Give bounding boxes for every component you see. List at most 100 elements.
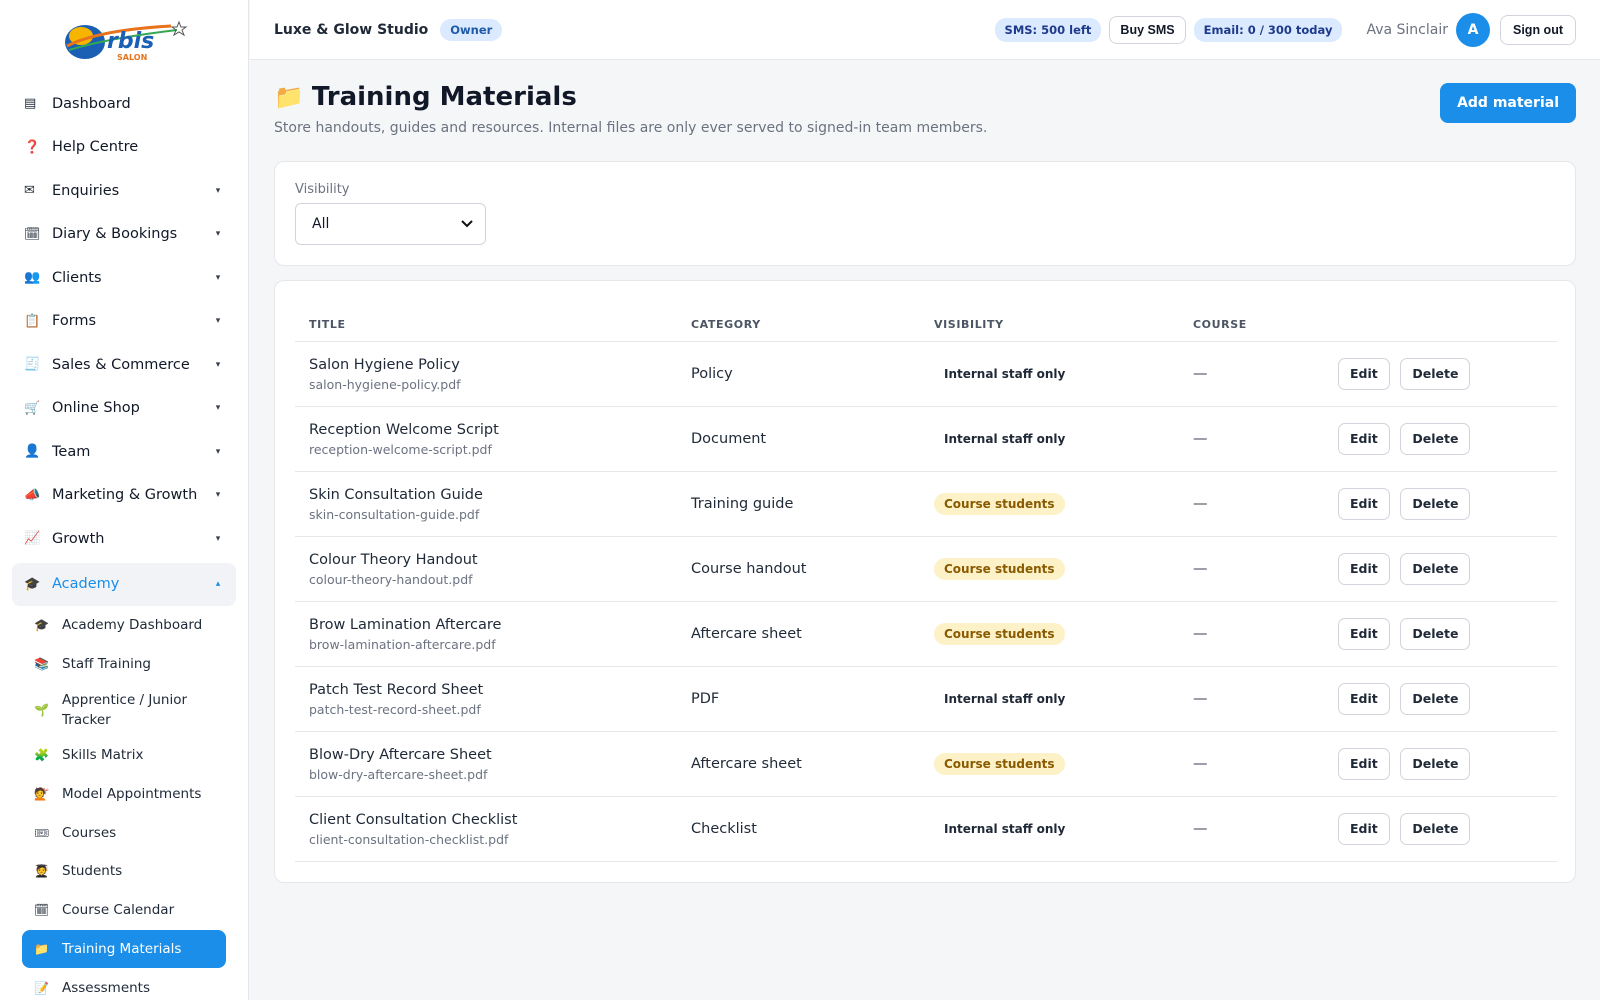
graduation-cap-icon: 🎓 bbox=[24, 576, 41, 592]
actions-cell: Edit Delete bbox=[1324, 471, 1557, 537]
sidebar-item-help-centre[interactable]: ❓ Help Centre bbox=[12, 126, 236, 170]
material-title[interactable]: Skin Consultation Guide bbox=[309, 485, 691, 505]
sidebar-item-team[interactable]: 👤 Team ▾ bbox=[12, 430, 236, 474]
edit-button[interactable]: Edit bbox=[1338, 747, 1390, 780]
sidebar-item-label: Dashboard bbox=[52, 95, 131, 112]
sidebar-item-label: Team bbox=[52, 443, 91, 460]
sidebar-item-label: Staff Training bbox=[62, 656, 151, 673]
calendar-icon: 🗓 bbox=[34, 903, 50, 918]
sidebar-item-diary-bookings[interactable]: 🗓 Diary & Bookings ▾ bbox=[12, 213, 236, 257]
visibility-badge-course: Course students bbox=[934, 492, 1065, 515]
materials-table: TITLE CATEGORY VISIBILITY COURSE Salon H… bbox=[295, 301, 1557, 862]
books-icon: 📚 bbox=[34, 657, 49, 672]
material-filename: colour-theory-handout.pdf bbox=[309, 572, 473, 587]
edit-button[interactable]: Edit bbox=[1338, 682, 1390, 715]
material-title[interactable]: Reception Welcome Script bbox=[309, 420, 691, 440]
sidebar-item-clients[interactable]: 👥 Clients ▾ bbox=[12, 256, 236, 300]
sidebar-item-assessments[interactable]: 📝 Assessments bbox=[22, 968, 226, 1000]
table-header-row: TITLE CATEGORY VISIBILITY COURSE bbox=[295, 301, 1557, 342]
sidebar-item-marketing-growth[interactable]: 📣 Marketing & Growth ▾ bbox=[12, 474, 236, 518]
sidebar-item-online-shop[interactable]: 🛒 Online Shop ▾ bbox=[12, 387, 236, 431]
course-value: — bbox=[1193, 560, 1208, 577]
material-title[interactable]: Patch Test Record Sheet bbox=[309, 680, 691, 700]
sidebar-item-sales-commerce[interactable]: 🧾 Sales & Commerce ▾ bbox=[12, 343, 236, 387]
sms-credit-badge: SMS: 500 left bbox=[994, 17, 1102, 42]
sidebar-item-model-appointments[interactable]: 💇 Model Appointments bbox=[22, 774, 226, 813]
studio-name: Luxe & Glow Studio bbox=[274, 21, 429, 38]
header-actions bbox=[1324, 301, 1557, 342]
title-cell: Salon Hygiene Policy salon-hygiene-polic… bbox=[295, 341, 691, 407]
sidebar-item-courses[interactable]: 🎟 Courses bbox=[22, 813, 226, 852]
sidebar-item-training-materials[interactable]: 📁 Training Materials bbox=[22, 929, 226, 969]
course-value: — bbox=[1193, 365, 1208, 382]
course-value: — bbox=[1193, 495, 1208, 512]
title-cell: Reception Welcome Script reception-welco… bbox=[295, 406, 691, 472]
sidebar-item-academy-dashboard[interactable]: 🎓 Academy Dashboard bbox=[22, 606, 226, 645]
visibility-cell: Internal staff only bbox=[934, 406, 1193, 472]
sidebar-item-growth[interactable]: 📈 Growth ▾ bbox=[12, 517, 236, 561]
sidebar-item-staff-training[interactable]: 📚 Staff Training bbox=[22, 645, 226, 684]
delete-button[interactable]: Delete bbox=[1400, 422, 1471, 455]
sidebar-item-forms[interactable]: 📋 Forms ▾ bbox=[12, 300, 236, 344]
material-filename: salon-hygiene-policy.pdf bbox=[309, 377, 461, 392]
delete-button[interactable]: Delete bbox=[1400, 552, 1471, 585]
table-row: Salon Hygiene Policy salon-hygiene-polic… bbox=[295, 341, 1557, 407]
material-title[interactable]: Colour Theory Handout bbox=[309, 550, 691, 570]
chevron-down-icon bbox=[461, 220, 473, 228]
course-cell: — bbox=[1193, 471, 1324, 537]
material-title[interactable]: Client Consultation Checklist bbox=[309, 810, 691, 830]
delete-button[interactable]: Delete bbox=[1400, 487, 1471, 520]
category-cell: Aftercare sheet bbox=[691, 601, 934, 667]
material-title[interactable]: Blow-Dry Aftercare Sheet bbox=[309, 745, 691, 765]
edit-button[interactable]: Edit bbox=[1338, 812, 1390, 845]
avatar[interactable]: A bbox=[1456, 12, 1490, 47]
sidebar-item-label: Apprentice / Junior Tracker bbox=[62, 691, 188, 728]
visibility-badge-internal: Internal staff only bbox=[944, 691, 1066, 706]
sidebar-item-dashboard[interactable]: ▤ Dashboard bbox=[12, 82, 236, 126]
sidebar-item-skills-matrix[interactable]: 🧩 Skills Matrix bbox=[22, 736, 226, 775]
orbis-salon-logo[interactable]: rbis SALON bbox=[0, 0, 248, 82]
delete-button[interactable]: Delete bbox=[1400, 617, 1471, 650]
course-cell: — bbox=[1193, 341, 1324, 407]
sign-out-button[interactable]: Sign out bbox=[1500, 14, 1576, 45]
actions-cell: Edit Delete bbox=[1324, 731, 1557, 797]
visibility-badge-internal: Internal staff only bbox=[944, 821, 1066, 836]
receipt-icon: 🧾 bbox=[24, 357, 41, 373]
sidebar-item-label: Online Shop bbox=[52, 400, 140, 417]
material-title[interactable]: Salon Hygiene Policy bbox=[309, 355, 691, 375]
calendar-icon: 🗓 bbox=[24, 226, 41, 242]
material-title[interactable]: Brow Lamination Aftercare bbox=[309, 615, 691, 635]
sidebar-item-label: Enquiries bbox=[52, 182, 120, 199]
edit-button[interactable]: Edit bbox=[1338, 357, 1390, 390]
actions-cell: Edit Delete bbox=[1324, 666, 1557, 732]
edit-button[interactable]: Edit bbox=[1338, 422, 1390, 455]
visibility-badge-course: Course students bbox=[934, 557, 1065, 580]
mail-icon: ✉ bbox=[24, 183, 35, 199]
delete-button[interactable]: Delete bbox=[1400, 812, 1471, 845]
course-cell: — bbox=[1193, 666, 1324, 732]
graduation-cap-icon: 🎓 bbox=[34, 618, 49, 633]
sidebar-item-label: Forms bbox=[52, 313, 97, 330]
delete-button[interactable]: Delete bbox=[1400, 747, 1471, 780]
sidebar-item-label: Sales & Commerce bbox=[52, 356, 190, 373]
edit-button[interactable]: Edit bbox=[1338, 617, 1390, 650]
sidebar-item-students[interactable]: 🧑‍🎓 Students bbox=[22, 852, 226, 891]
edit-button[interactable]: Edit bbox=[1338, 552, 1390, 585]
sidebar-item-course-calendar[interactable]: 🗓 Course Calendar bbox=[22, 891, 226, 930]
folder-icon: 📁 bbox=[34, 941, 49, 956]
add-material-button[interactable]: Add material bbox=[1440, 83, 1576, 123]
header-title: TITLE bbox=[295, 301, 691, 342]
sidebar-item-enquiries[interactable]: ✉ Enquiries ▾ bbox=[12, 169, 236, 213]
actions-cell: Edit Delete bbox=[1324, 406, 1557, 472]
visibility-select-value: All bbox=[312, 216, 330, 232]
sidebar-item-academy[interactable]: 🎓 Academy ▴ bbox=[12, 562, 236, 606]
delete-button[interactable]: Delete bbox=[1400, 357, 1471, 390]
sidebar-item-apprentice-junior-tracker[interactable]: 🌱 Apprentice / Junior Tracker bbox=[22, 684, 226, 736]
visibility-cell: Course students bbox=[934, 601, 1193, 667]
delete-button[interactable]: Delete bbox=[1400, 682, 1471, 715]
title-cell: Brow Lamination Aftercare brow-laminatio… bbox=[295, 601, 691, 667]
edit-button[interactable]: Edit bbox=[1338, 487, 1390, 520]
sidebar-item-label: Training Materials bbox=[62, 940, 182, 957]
buy-sms-button[interactable]: Buy SMS bbox=[1109, 15, 1186, 44]
visibility-select[interactable]: All bbox=[295, 203, 486, 245]
